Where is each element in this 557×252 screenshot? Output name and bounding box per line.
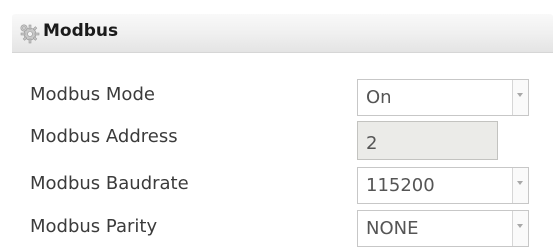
modbus-baudrate-label: Modbus Baudrate bbox=[30, 173, 189, 194]
modbus-mode-row: Modbus Mode On bbox=[0, 78, 557, 118]
modbus-address-label: Modbus Address bbox=[30, 126, 178, 147]
modbus-parity-row: Modbus Parity NONE bbox=[0, 210, 557, 250]
modbus-address-field: 2 bbox=[357, 121, 498, 160]
modbus-parity-value: NONE bbox=[366, 218, 419, 239]
chevron-down-icon[interactable] bbox=[512, 80, 528, 115]
modbus-mode-select[interactable]: On bbox=[357, 79, 529, 116]
panel-title: Modbus bbox=[43, 21, 119, 41]
modbus-address-value: 2 bbox=[366, 133, 378, 154]
modbus-baudrate-row: Modbus Baudrate 115200 bbox=[0, 167, 557, 207]
modbus-parity-label: Modbus Parity bbox=[30, 216, 158, 237]
modbus-baudrate-select[interactable]: 115200 bbox=[357, 167, 529, 204]
modbus-parity-select[interactable]: NONE bbox=[357, 210, 529, 247]
modbus-baudrate-value: 115200 bbox=[366, 175, 435, 196]
modbus-mode-label: Modbus Mode bbox=[30, 84, 155, 105]
modbus-mode-value: On bbox=[366, 87, 392, 108]
panel-header: Modbus bbox=[12, 14, 553, 53]
chevron-down-icon[interactable] bbox=[512, 211, 528, 246]
chevron-down-icon[interactable] bbox=[512, 168, 528, 203]
modbus-address-row: Modbus Address 2 bbox=[0, 120, 557, 160]
modbus-panel: Modbus Modbus Mode On Modbus Address 2 M… bbox=[0, 0, 557, 252]
gear-icon bbox=[18, 22, 40, 44]
